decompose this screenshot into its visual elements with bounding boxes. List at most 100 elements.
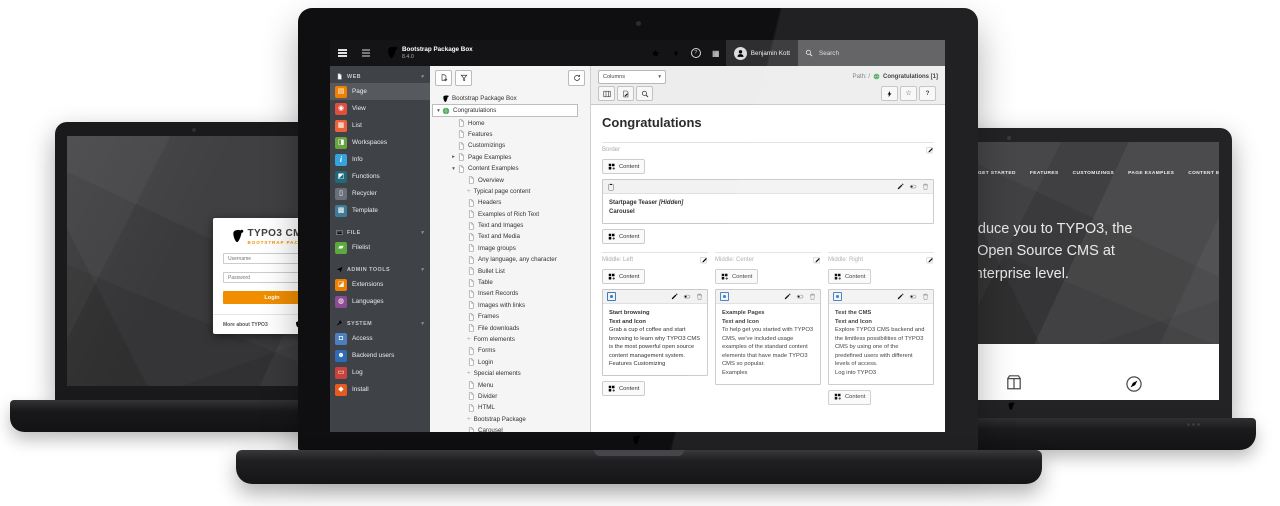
tree-node-content-examples[interactable]: ▾Content Examples xyxy=(432,163,586,174)
cache-button[interactable] xyxy=(881,86,898,101)
module-item-view[interactable]: ◉View xyxy=(330,100,430,117)
module-item-access[interactable]: ◘Access xyxy=(330,330,430,347)
module-item-recycler[interactable]: ▯Recycler xyxy=(330,185,430,202)
tree-node[interactable]: Overview xyxy=(432,174,586,185)
bookmarks-button[interactable] xyxy=(646,40,666,66)
tree-node[interactable]: Login xyxy=(432,357,586,368)
section-file[interactable]: FILE ▾ xyxy=(330,226,430,239)
edit-icon[interactable] xyxy=(897,183,904,190)
module-item-filelist[interactable]: ▰Filelist xyxy=(330,239,430,256)
tree-node[interactable]: Customizings xyxy=(432,140,586,151)
tree-node[interactable]: ÷Form elements xyxy=(432,334,586,345)
section-admin-tools[interactable]: ADMIN TOOLS ▾ xyxy=(330,263,430,276)
add-content-button[interactable]: Content xyxy=(602,269,645,284)
tree-node[interactable]: Carousel xyxy=(432,425,586,432)
tree-node[interactable]: ÷Typical page content xyxy=(432,186,586,197)
module-item-extensions[interactable]: ◪Extensions xyxy=(330,276,430,293)
edit-page-button[interactable] xyxy=(617,86,634,101)
edit-column-icon[interactable] xyxy=(813,256,821,264)
tree-node[interactable]: HTML xyxy=(432,402,586,413)
tree-node[interactable]: Image groups xyxy=(432,243,586,254)
module-item-list[interactable]: ▦List xyxy=(330,117,430,134)
tree-node[interactable]: Frames xyxy=(432,311,586,322)
help-button[interactable]: ? xyxy=(686,40,706,66)
tree-node-congratulations[interactable]: ▾Congratulations xyxy=(432,104,578,117)
tree-node[interactable]: Forms xyxy=(432,345,586,356)
filter-button[interactable] xyxy=(455,70,472,86)
module-item-workspaces[interactable]: ◨Workspaces xyxy=(330,134,430,151)
section-web[interactable]: WEB ▾ xyxy=(330,70,430,83)
module-item-log[interactable]: ▭Log xyxy=(330,364,430,381)
help-button[interactable]: ? xyxy=(919,86,936,101)
content-element-preview[interactable]: Start browsing Text and Icon Grab a cup … xyxy=(603,304,707,375)
tree-node[interactable]: Bullet List xyxy=(432,265,586,276)
edit-icon[interactable] xyxy=(784,293,791,300)
visibility-toggle-icon[interactable] xyxy=(683,293,691,300)
add-content-button[interactable]: Content xyxy=(602,159,645,174)
tree-node[interactable]: Any language, any character xyxy=(432,254,586,265)
tree-node[interactable]: Text and Images xyxy=(432,220,586,231)
tree-toggle-button[interactable] xyxy=(354,40,378,66)
add-content-button[interactable]: Content xyxy=(602,229,645,244)
visibility-toggle-icon[interactable] xyxy=(909,183,917,190)
nav-item-customizings[interactable]: CUSTOMIZINGS xyxy=(1073,171,1115,176)
add-content-button[interactable]: Content xyxy=(715,269,758,284)
tree-root[interactable]: Bootstrap Package Box xyxy=(432,93,586,104)
module-item-languages[interactable]: ◍Languages xyxy=(330,293,430,310)
columns-dropdown[interactable]: Columns ▾ xyxy=(598,70,666,84)
tree-node-page-examples[interactable]: ▸Page Examples xyxy=(432,152,586,163)
search-input[interactable] xyxy=(817,49,911,58)
tree-node[interactable]: ÷Special elements xyxy=(432,368,586,379)
content-element-preview[interactable]: Startpage Teaser [Hidden] Carousel xyxy=(603,194,933,223)
nav-item-features[interactable]: FEATURES xyxy=(1030,171,1059,176)
delete-icon[interactable] xyxy=(922,293,929,300)
nav-item-content-examples[interactable]: CONTENT EXAMPLES xyxy=(1188,171,1219,176)
add-content-button[interactable]: Content xyxy=(828,390,871,405)
edit-column-icon[interactable] xyxy=(926,256,934,264)
tree-node[interactable]: File downloads xyxy=(432,322,586,333)
refresh-tree-button[interactable] xyxy=(568,70,585,86)
delete-icon[interactable] xyxy=(809,293,816,300)
tree-node[interactable]: Headers xyxy=(432,197,586,208)
tree-node[interactable]: Table xyxy=(432,277,586,288)
module-item-functions[interactable]: ◩Functions xyxy=(330,168,430,185)
app-grid-button[interactable]: ▦ xyxy=(706,40,726,66)
tree-node[interactable]: Insert Records xyxy=(432,288,586,299)
module-item-info[interactable]: iInfo xyxy=(330,151,430,168)
tree-node[interactable]: ÷Bootstrap Package xyxy=(432,414,586,425)
module-item-backend-users[interactable]: ☻Backend users xyxy=(330,347,430,364)
nav-item-page-examples[interactable]: PAGE EXAMPLES xyxy=(1128,171,1174,176)
delete-icon[interactable] xyxy=(922,183,929,190)
visibility-toggle-icon[interactable] xyxy=(796,293,804,300)
content-element-preview[interactable]: Example Pages Text and Icon To help get … xyxy=(716,304,820,384)
module-item-install[interactable]: ◆Install xyxy=(330,381,430,398)
edit-column-icon[interactable] xyxy=(700,256,708,264)
bookmark-button[interactable]: ☆ xyxy=(900,86,917,101)
visibility-toggle-icon[interactable] xyxy=(909,293,917,300)
user-menu[interactable]: Benjamin Kott xyxy=(726,40,798,66)
tree-node[interactable]: Text and Media xyxy=(432,231,586,242)
section-system[interactable]: SYSTEM ▾ xyxy=(330,317,430,330)
new-page-button[interactable] xyxy=(435,70,452,86)
module-item-page[interactable]: ▤Page xyxy=(330,83,430,100)
more-about-link[interactable]: More about TYPO3 xyxy=(223,322,268,328)
edit-icon[interactable] xyxy=(897,293,904,300)
tree-node[interactable]: Features xyxy=(432,129,586,140)
tree-node[interactable]: Examples of Rich Text xyxy=(432,209,586,220)
tree-node[interactable]: Menu xyxy=(432,379,586,390)
delete-icon[interactable] xyxy=(696,293,703,300)
caret-down-icon[interactable]: ▾ xyxy=(435,108,442,114)
topbar-search[interactable] xyxy=(798,40,945,66)
content-element-preview[interactable]: Test the CMS Text and Icon Explore TYPO3… xyxy=(829,304,933,384)
caret-right-icon[interactable]: ▸ xyxy=(450,154,457,160)
search-page-button[interactable] xyxy=(636,86,653,101)
tree-node[interactable]: Home xyxy=(432,117,586,128)
clear-cache-button[interactable] xyxy=(666,40,686,66)
edit-column-icon[interactable] xyxy=(926,146,934,154)
tree-node[interactable]: Images with links xyxy=(432,300,586,311)
edit-icon[interactable] xyxy=(671,293,678,300)
tree-node[interactable]: Divider xyxy=(432,391,586,402)
module-item-template[interactable]: ▩Template xyxy=(330,202,430,219)
caret-down-icon[interactable]: ▾ xyxy=(450,166,457,172)
layout-view-button[interactable] xyxy=(598,86,615,101)
